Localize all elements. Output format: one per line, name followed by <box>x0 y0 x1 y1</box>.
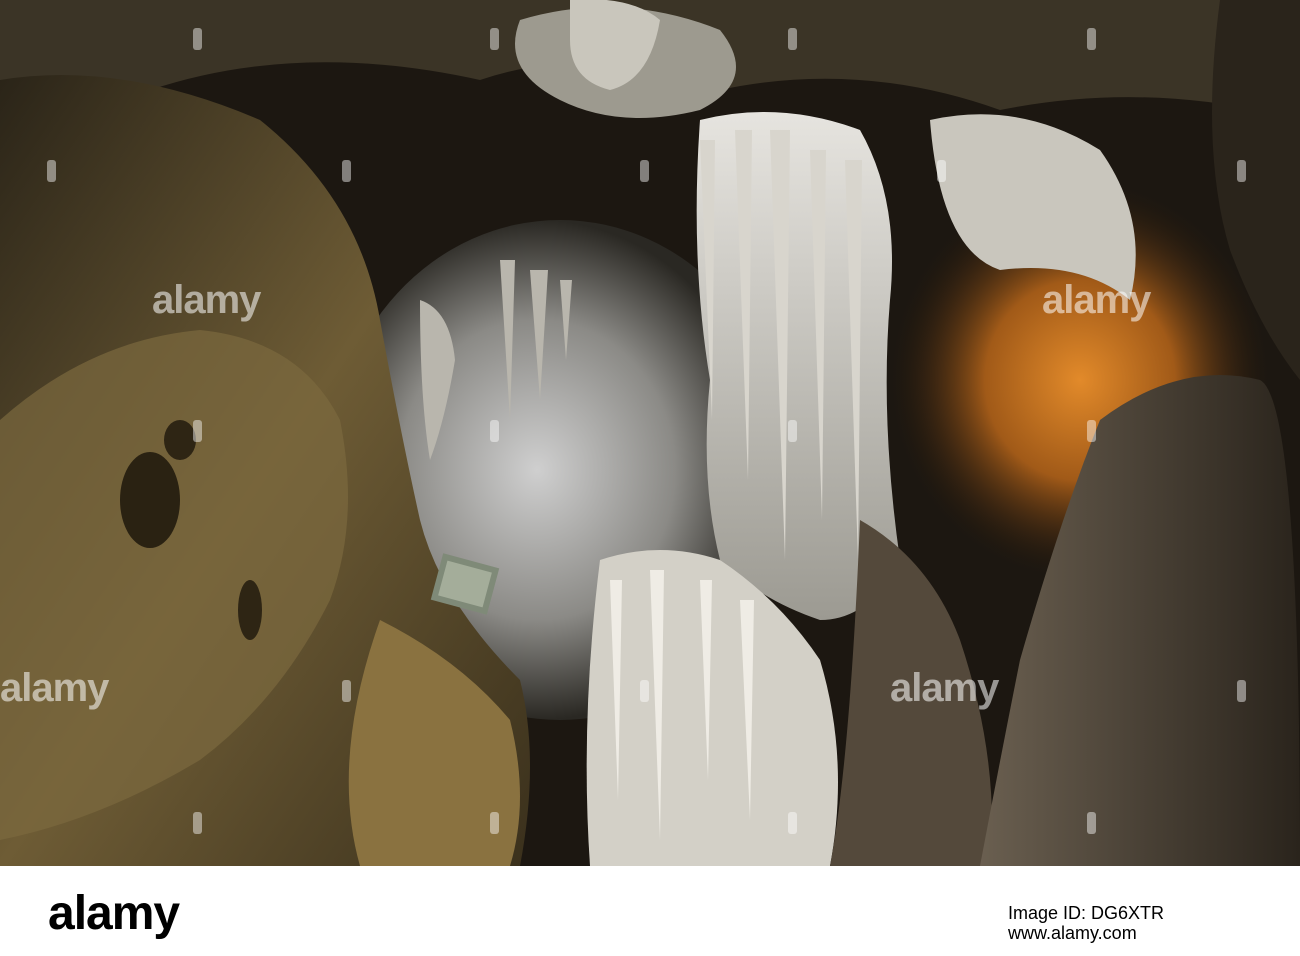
watermark-top-right: alamy <box>1042 278 1151 322</box>
watermark-mark <box>788 812 797 834</box>
site-url: www.alamy.com <box>1008 923 1137 943</box>
watermark-mark <box>788 420 797 442</box>
cave-photograph: alamy alamy alamy alamy <box>0 0 1300 866</box>
watermark-mark <box>490 420 499 442</box>
watermark-mark <box>193 812 202 834</box>
watermark-mark <box>193 28 202 50</box>
watermark-mark <box>937 160 946 182</box>
watermark-mark <box>490 812 499 834</box>
watermark-mark <box>342 680 351 702</box>
watermark-mark <box>1087 812 1096 834</box>
stock-footer: alamy Image ID: DG6XTR www.alamy.com <box>0 866 1300 956</box>
watermark-mark <box>47 160 56 182</box>
watermark-mark <box>1087 28 1096 50</box>
image-id: Image ID: DG6XTR <box>1008 903 1165 923</box>
watermark-mark <box>490 28 499 50</box>
watermark-top-left: alamy <box>152 278 261 322</box>
watermark-mark <box>640 680 649 702</box>
watermark-bottom-right: alamy <box>890 666 999 710</box>
watermark-mark <box>1237 680 1246 702</box>
alamy-logo: alamy <box>48 887 180 940</box>
watermark-mark <box>342 160 351 182</box>
watermark-mark <box>1237 160 1246 182</box>
watermark-mark <box>788 28 797 50</box>
watermark-bottom-left: alamy <box>0 666 109 710</box>
watermark-mark <box>640 160 649 182</box>
watermark-mark <box>193 420 202 442</box>
watermark-mark <box>1087 420 1096 442</box>
